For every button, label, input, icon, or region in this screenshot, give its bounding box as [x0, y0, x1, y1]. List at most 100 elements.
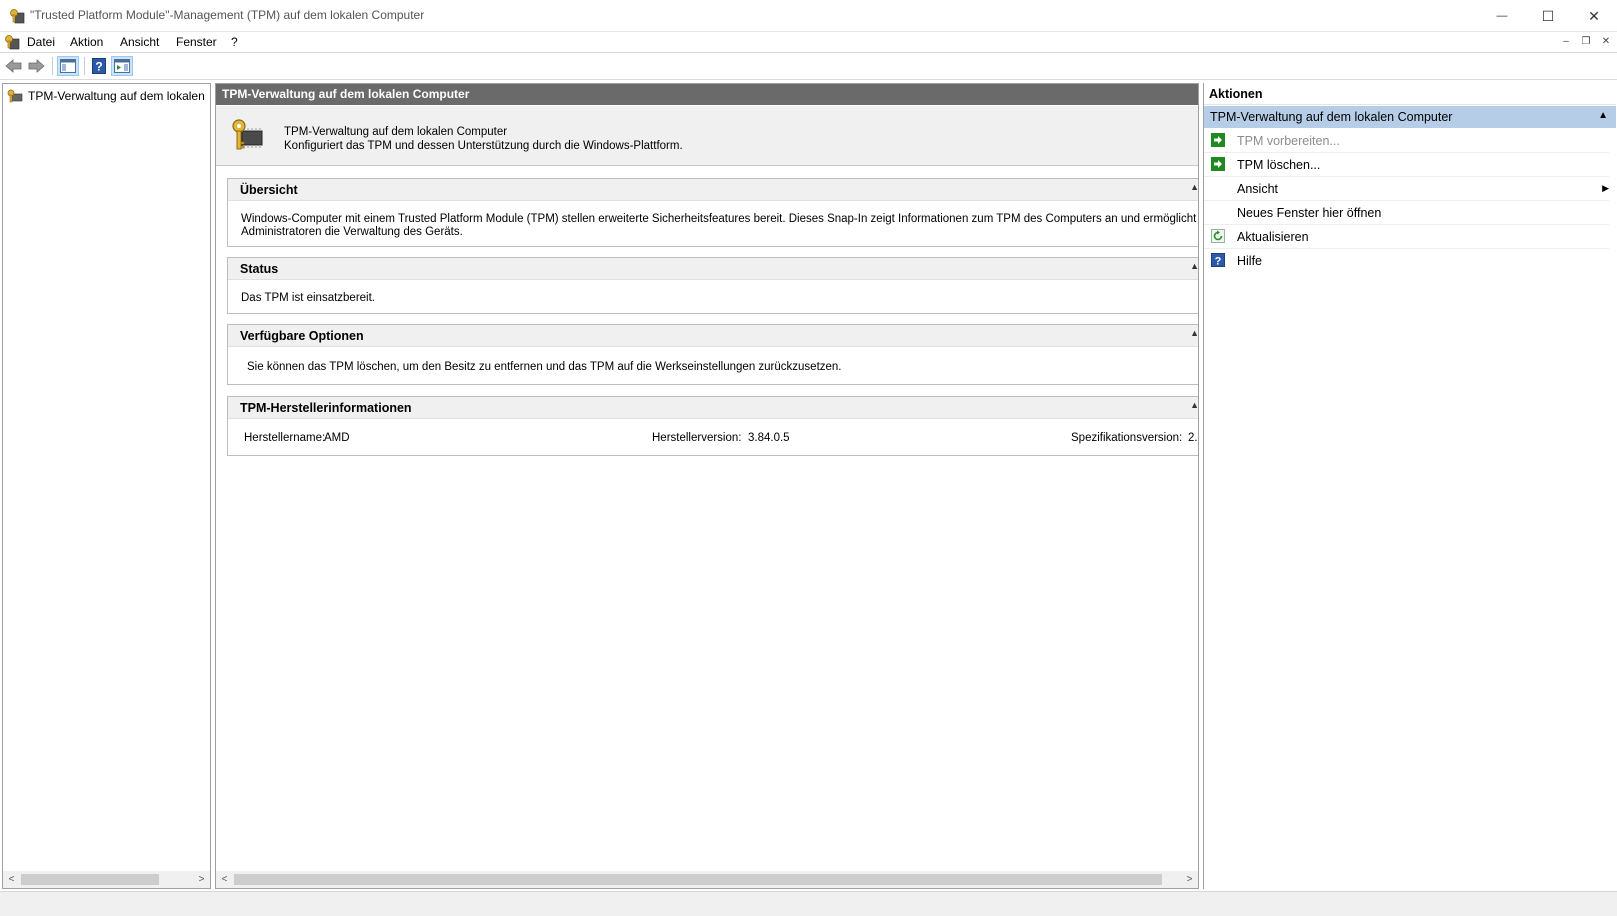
help-icon: ? [92, 58, 106, 74]
close-icon: ✕ [1588, 7, 1600, 24]
status-section-title: Status [240, 262, 279, 276]
maximize-button[interactable]: ☐ [1525, 0, 1571, 32]
help-icon: ? [1211, 253, 1225, 267]
available-options-section-header[interactable]: Verfügbare Optionen ▲ [228, 325, 1198, 347]
tpm-chip-key-icon [232, 119, 263, 150]
vendor-info-section: TPM-Herstellerinformationen ▲ Hersteller… [227, 396, 1198, 456]
tree-item-label: TPM-Verwaltung auf dem lokalen Computer [28, 89, 207, 103]
available-options-section: Verfügbare Optionen ▲ Sie können das TPM… [227, 324, 1198, 385]
actions-pane-title: Aktionen [1204, 83, 1616, 105]
action-clear-tpm[interactable]: TPM löschen... [1204, 153, 1609, 177]
chevron-right-icon: > [1186, 874, 1193, 885]
show-hide-console-tree-button[interactable] [57, 56, 79, 76]
menu-help[interactable]: ? [231, 35, 238, 49]
mdi-close-button[interactable]: ✕ [1597, 34, 1615, 50]
mdi-minimize-button[interactable]: – [1557, 34, 1575, 50]
overview-text: Windows-Computer mit einem Trusted Platf… [241, 213, 1197, 238]
scroll-left-button[interactable]: < [3, 871, 20, 888]
back-button[interactable] [3, 56, 25, 76]
forward-arrow-icon [28, 59, 45, 73]
action-label: Aktualisieren [1237, 230, 1309, 244]
vendor-name-label: Herstellername: [244, 432, 326, 444]
green-arrow-icon [1211, 133, 1225, 147]
scroll-thumb[interactable] [21, 874, 159, 885]
action-refresh[interactable]: Aktualisieren [1204, 225, 1609, 249]
toolbar: ? [0, 53, 1617, 80]
action-label: TPM löschen... [1237, 158, 1321, 172]
vendor-version-label: Herstellerversion: [652, 432, 742, 444]
chevron-left-icon: < [221, 874, 228, 885]
tree-item-tpm-management[interactable]: TPM-Verwaltung auf dem lokalen Computer [7, 87, 207, 105]
chevron-left-icon: < [8, 874, 15, 885]
action-label: Hilfe [1237, 254, 1263, 268]
tree-horizontal-scrollbar[interactable]: < > [3, 871, 210, 888]
collapse-icon[interactable]: ▲ [1190, 328, 1198, 338]
status-bar [0, 891, 1617, 916]
help-button[interactable]: ? [88, 56, 110, 76]
vendor-version-value: 3.84.0.5 [748, 432, 790, 444]
scroll-thumb[interactable] [234, 874, 1162, 885]
available-options-section-title: Verfügbare Optionen [240, 329, 364, 343]
overview-section-title: Übersicht [240, 183, 298, 197]
action-help[interactable]: ? Hilfe [1204, 249, 1609, 273]
action-prepare-tpm[interactable]: TPM vorbereiten... [1204, 129, 1609, 153]
scroll-right-button[interactable]: > [1181, 871, 1198, 888]
spec-version-value: 2.0 [1188, 432, 1198, 444]
forward-button[interactable] [25, 56, 47, 76]
menu-fenster[interactable]: Fenster [176, 35, 217, 49]
results-pane-header: TPM-Verwaltung auf dem lokalen Computer [216, 84, 1198, 105]
action-label: Ansicht [1237, 182, 1278, 196]
overview-section: Übersicht ▲ Windows-Computer mit einem T… [227, 178, 1198, 247]
snapin-subtitle: Konfiguriert das TPM und dessen Unterstü… [284, 140, 683, 152]
action-new-window[interactable]: Neues Fenster hier öffnen [1204, 201, 1609, 225]
toolbar-separator [84, 57, 85, 75]
mdi-restore-button[interactable]: ❐ [1577, 34, 1595, 50]
vendor-info-body: Herstellername: AMD Herstellerversion: 3… [228, 419, 1198, 455]
results-horizontal-scrollbar[interactable]: < > [216, 871, 1198, 888]
system-menu-icon[interactable] [4, 34, 20, 50]
action-label: TPM vorbereiten... [1237, 134, 1340, 148]
collapse-icon[interactable]: ▲ [1190, 400, 1198, 410]
actions-group-header[interactable]: TPM-Verwaltung auf dem lokalen Computer … [1204, 106, 1616, 128]
vendor-name-value: AMD [324, 432, 350, 444]
overview-section-header[interactable]: Übersicht ▲ [228, 179, 1198, 201]
minimize-button[interactable]: — [1479, 0, 1525, 32]
toolbar-separator [52, 57, 53, 75]
action-pane-icon [114, 59, 130, 73]
menu-datei[interactable]: Datei [27, 35, 55, 49]
console-tree-icon [60, 59, 76, 73]
console-tree-pane: TPM-Verwaltung auf dem lokalen Computer … [2, 83, 211, 889]
action-view[interactable]: Ansicht ▶ [1204, 177, 1609, 201]
back-arrow-icon [5, 59, 22, 73]
snapin-description: TPM-Verwaltung auf dem lokalen Computer … [216, 106, 1198, 166]
snapin-title: TPM-Verwaltung auf dem lokalen Computer [284, 126, 508, 138]
svg-text:?: ? [1215, 256, 1222, 268]
collapse-icon[interactable]: ▲ [1190, 182, 1198, 192]
green-arrow-icon [1211, 157, 1225, 171]
spec-version-label: Spezifikationsversion: [1071, 432, 1183, 444]
actions-pane: Aktionen TPM-Verwaltung auf dem lokalen … [1203, 83, 1616, 889]
available-options-text: Sie können das TPM löschen, um den Besit… [247, 361, 842, 373]
submenu-arrow-icon: ▶ [1602, 183, 1609, 193]
collapse-icon[interactable]: ▲ [1598, 110, 1608, 121]
minimize-icon: — [1496, 10, 1508, 22]
refresh-icon [1211, 229, 1225, 243]
maximize-icon: ☐ [1541, 7, 1555, 24]
action-label: Neues Fenster hier öffnen [1237, 206, 1382, 220]
vendor-info-section-header[interactable]: TPM-Herstellerinformationen ▲ [228, 397, 1198, 419]
status-section-header[interactable]: Status ▲ [228, 258, 1198, 280]
chevron-right-icon: > [198, 874, 205, 885]
results-pane: TPM-Verwaltung auf dem lokalen Computer … [215, 83, 1199, 889]
menu-bar: Datei Aktion Ansicht Fenster ? – ❐ ✕ [0, 32, 1617, 53]
vendor-info-section-title: TPM-Herstellerinformationen [240, 401, 412, 415]
menu-ansicht[interactable]: Ansicht [120, 35, 159, 49]
show-hide-action-pane-button[interactable] [111, 56, 133, 76]
tpm-key-icon [10, 9, 25, 24]
status-section: Status ▲ Das TPM ist einsatzbereit. [227, 257, 1198, 314]
close-button[interactable]: ✕ [1571, 0, 1617, 32]
scroll-left-button[interactable]: < [216, 871, 233, 888]
scroll-right-button[interactable]: > [193, 871, 210, 888]
menu-aktion[interactable]: Aktion [70, 35, 103, 49]
collapse-icon[interactable]: ▲ [1190, 261, 1198, 271]
actions-group-label: TPM-Verwaltung auf dem lokalen Computer [1210, 110, 1453, 124]
